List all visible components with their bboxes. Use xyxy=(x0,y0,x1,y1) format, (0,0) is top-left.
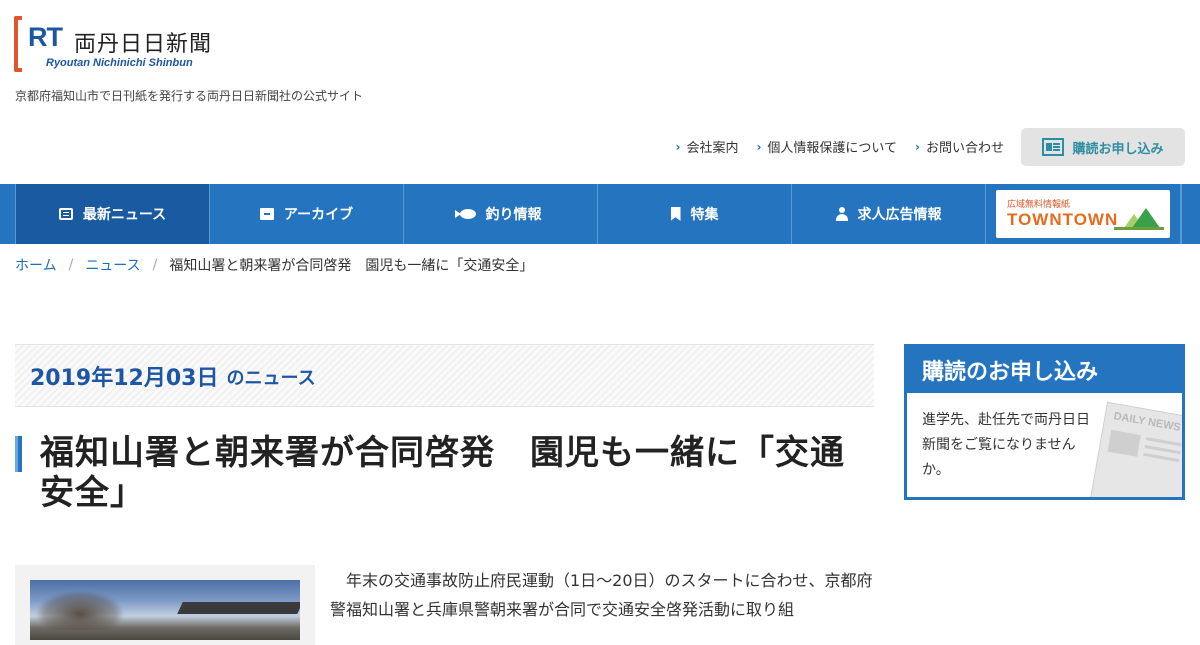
main-nav: 最新ニュース アーカイブ 釣り情報 特集 求人広告情報 広域無料情報紙 TOWN… xyxy=(0,184,1200,244)
nav-item-fishing[interactable]: 釣り情報 xyxy=(404,184,598,244)
breadcrumb-separator: / xyxy=(68,257,74,273)
towntown-banner[interactable]: 広域無料情報紙 TOWNTOWN xyxy=(996,190,1170,238)
nav-banner-cell: 広域無料情報紙 TOWNTOWN xyxy=(986,184,1181,244)
article-date-box: 2019年12月03日 のニュース xyxy=(15,344,874,407)
nav-item-label: アーカイブ xyxy=(283,207,354,223)
article-photo[interactable] xyxy=(30,580,300,640)
newspaper-icon xyxy=(58,208,73,220)
article-date: 2019年12月03日 xyxy=(30,365,219,391)
logo-japanese-name: 両丹日日新聞 xyxy=(74,32,213,57)
breadcrumb-current: 福知山署と朝来署が合同啓発 園児も一緒に「交通安全」 xyxy=(169,258,534,274)
nav-edge xyxy=(1181,184,1197,244)
nav-item-label: 求人広告情報 xyxy=(857,207,942,223)
subscription-widget-title: 購読のお申し込み xyxy=(907,347,1182,393)
nav-edge xyxy=(0,184,16,244)
utility-links: › 会社案内 › 個人情報保護について › お問い合わせ xyxy=(675,137,1004,157)
nav-item-label: 釣り情報 xyxy=(485,207,542,223)
article-title: 福知山署と朝来署が合同啓発 園児も一緒に「交通安全」 xyxy=(40,433,845,513)
logo-bracket xyxy=(14,16,22,72)
newspaper-illustration-line xyxy=(1146,437,1182,447)
nav-item-archive[interactable]: アーカイブ xyxy=(210,184,404,244)
util-link-label: 個人情報保護について xyxy=(767,141,898,156)
breadcrumb: ホーム / ニュース / 福知山署と朝来署が合同啓発 園児も一緒に「交通安全」 xyxy=(15,255,533,275)
newspaper-illustration-icon: DAILY NEWS xyxy=(1090,401,1182,497)
article-photo-frame xyxy=(15,565,315,645)
site-tagline: 京都府福知山市で日刊紙を発行する両丹日日新聞社の公式サイト xyxy=(15,89,364,103)
towntown-title: TOWNTOWN xyxy=(1007,210,1119,229)
site-logo[interactable]: RT 両丹日日新聞 Ryoutan Nichinichi Shinbun xyxy=(14,16,234,76)
newspaper-icon xyxy=(1042,138,1065,156)
util-link-privacy[interactable]: › 個人情報保護について xyxy=(756,137,898,157)
chevron-right-icon: › xyxy=(675,139,681,154)
util-link-company[interactable]: › 会社案内 xyxy=(675,137,739,157)
util-link-label: お問い合わせ xyxy=(925,141,1004,156)
breadcrumb-separator: / xyxy=(152,257,158,273)
ground-line xyxy=(1114,227,1164,230)
article-body: 年末の交通事故防止府民運動（1日～20日）のスタートに合わせ、京都府警福知山署と… xyxy=(330,571,873,619)
chevron-right-icon: › xyxy=(915,139,920,154)
util-link-label: 会社案内 xyxy=(686,141,739,156)
nav-item-label: 特集 xyxy=(690,207,719,223)
photo-roof xyxy=(177,602,300,614)
breadcrumb-home[interactable]: ホーム xyxy=(15,255,57,275)
breadcrumb-news[interactable]: ニュース xyxy=(85,255,140,275)
user-icon xyxy=(835,207,848,221)
newspaper-illustration-line xyxy=(1143,452,1180,463)
fish-icon xyxy=(454,209,476,219)
subscription-widget[interactable]: 購読のお申し込み 進学先、赴任先で両丹日日新聞をご覧になりませんか。 DAILY… xyxy=(904,344,1185,500)
newspaper-illustration-line xyxy=(1144,445,1181,455)
newspaper-illustration-block xyxy=(1107,429,1141,457)
logo-english-name: Ryoutan Nichinichi Shinbun xyxy=(46,57,193,69)
towntown-subtitle: 広域無料情報紙 xyxy=(1007,200,1071,210)
subscribe-button[interactable]: 購読お申し込み xyxy=(1021,128,1185,166)
nav-item-latest-news[interactable]: 最新ニュース xyxy=(16,184,210,244)
newspaper-illustration-title: DAILY NEWS xyxy=(1112,410,1182,434)
logo-mark: RT xyxy=(28,22,63,52)
nav-item-label: 最新ニュース xyxy=(82,207,167,223)
nav-item-features[interactable]: 特集 xyxy=(598,184,792,244)
subscribe-button-label: 購読お申し込み xyxy=(1072,141,1164,157)
chevron-right-icon: › xyxy=(756,139,762,154)
subscription-widget-text: 進学先、赴任先で両丹日日新聞をご覧になりませんか。 xyxy=(922,412,1090,478)
article-date-suffix: のニュース xyxy=(226,368,316,389)
nav-item-jobs[interactable]: 求人広告情報 xyxy=(792,184,986,244)
archive-icon xyxy=(259,208,274,220)
title-accent-bar xyxy=(15,436,22,472)
photo-tree xyxy=(35,590,125,630)
mountain-icon xyxy=(1132,208,1160,228)
util-link-contact[interactable]: › お問い合わせ xyxy=(915,137,1004,157)
bookmark-icon xyxy=(670,207,681,221)
